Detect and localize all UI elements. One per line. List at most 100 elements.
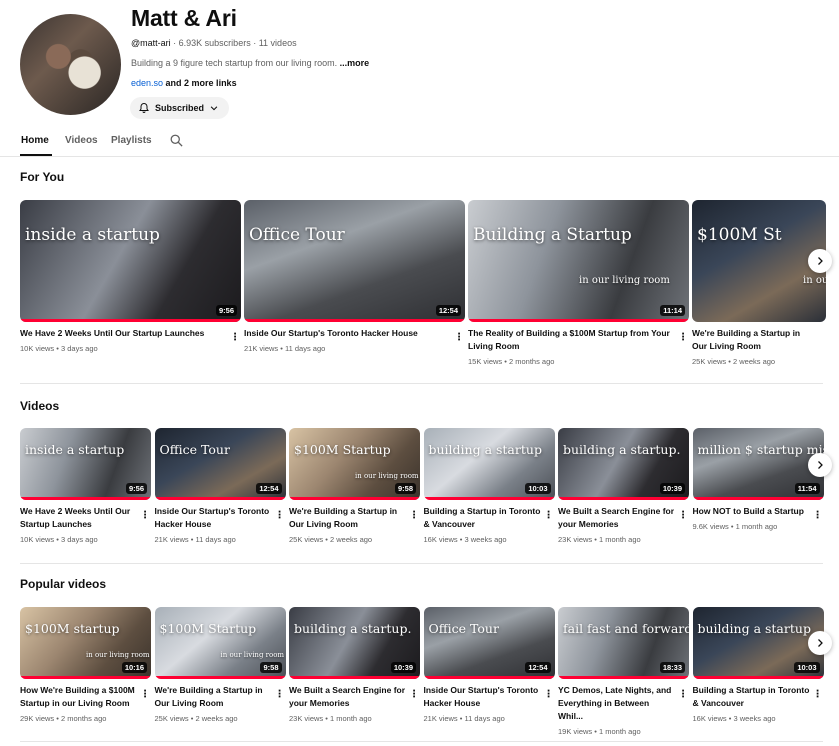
search-icon[interactable]	[169, 133, 184, 148]
video-card[interactable]: million $ startup mistakes 11:54 How NOT t…	[692, 428, 824, 531]
video-card[interactable]: building a startup 10:03 Building a Startu…	[423, 428, 555, 544]
video-title[interactable]: Building a Startup in Toronto & Vancouve…	[424, 505, 555, 531]
more-vert-icon[interactable]: ⋮	[678, 690, 688, 700]
more-vert-icon[interactable]: ⋮	[409, 690, 419, 700]
video-thumbnail[interactable]: Building a Startup in our living room 11:1…	[468, 200, 689, 322]
video-thumbnail[interactable]: building a startup. 10:39	[289, 607, 420, 679]
video-card[interactable]: $100M Startup in our living room 9:58 We're…	[154, 607, 286, 723]
duration-badge: 12:54	[256, 483, 282, 494]
video-title[interactable]: Inside Our Startup's Toronto Hacker Hous…	[424, 684, 555, 710]
video-card[interactable]: inside a startup 9:56 We Have 2 Weeks Unti…	[20, 200, 241, 353]
video-thumbnail[interactable]: building a startup. 10:39	[558, 428, 689, 500]
video-title[interactable]: We're Building a Startup in Our Living R…	[155, 684, 286, 710]
video-card[interactable]: fail fast and forward 18:33 YC Demos, Late…	[558, 607, 689, 736]
carousel-next-button[interactable]	[808, 631, 832, 655]
subscribed-button[interactable]: Subscribed	[130, 97, 230, 119]
video-thumbnail[interactable]: inside a startup 9:56	[20, 200, 241, 322]
upload-age: 2 months ago	[60, 714, 107, 723]
more-vert-icon[interactable]: ⋮	[140, 511, 150, 521]
video-card[interactable]: Office Tour 12:54 Inside Our Startup's Tor…	[423, 607, 555, 723]
video-thumbnail[interactable]: $100M St in our living r	[692, 200, 826, 322]
more-vert-icon[interactable]: ⋮	[544, 511, 554, 521]
tab-videos[interactable]: Videos	[65, 135, 98, 146]
view-count: 10K views	[20, 344, 55, 353]
video-thumbnail[interactable]: building a startup 10:03	[692, 607, 824, 679]
video-card[interactable]: inside a startup 9:56 We Have 2 Weeks Unti…	[20, 428, 151, 544]
video-meta: 25K views • 2 weeks ago	[692, 357, 776, 366]
thumbnail-overlay-text: building a startup.	[563, 442, 681, 457]
watch-progress-bar	[20, 676, 151, 679]
video-title[interactable]: We Have 2 Weeks Until Our Startup Launch…	[20, 327, 241, 340]
tab-playlists[interactable]: Playlists	[111, 135, 152, 146]
subscribed-label: Subscribed	[155, 103, 205, 113]
more-vert-icon[interactable]: ⋮	[813, 690, 823, 700]
more-vert-icon[interactable]: ⋮	[678, 511, 688, 521]
more-vert-icon[interactable]: ⋮	[544, 690, 554, 700]
video-thumbnail[interactable]: fail fast and forward 18:33	[558, 607, 689, 679]
duration-badge: 10:16	[121, 662, 147, 673]
channel-description[interactable]: Building a 9 figure tech startup from ou…	[131, 58, 369, 68]
upload-age: 11 days ago	[195, 535, 236, 544]
more-vert-icon[interactable]: ⋮	[813, 511, 823, 521]
video-title[interactable]: Inside Our Startup's Toronto Hacker Hous…	[244, 327, 465, 340]
duration-badge: 9:56	[125, 483, 147, 494]
video-title[interactable]: We're Building a Startup in Our Living R…	[692, 327, 826, 353]
video-card[interactable]: Office Tour 12:54 Inside Our Startup's Tor…	[244, 200, 465, 353]
carousel-next-button[interactable]	[808, 453, 832, 477]
more-vert-icon[interactable]: ⋮	[678, 333, 688, 343]
more-links[interactable]: and 2 more links	[166, 78, 237, 88]
more-vert-icon[interactable]: ⋮	[409, 511, 419, 521]
video-thumbnail[interactable]: $100M Startup in our living room 9:58	[289, 428, 420, 500]
video-title[interactable]: We Have 2 Weeks Until Our Startup Launch…	[20, 505, 151, 531]
video-card[interactable]: building a startup. 10:39 We Built a Searc…	[558, 428, 689, 544]
more-vert-icon[interactable]: ⋮	[230, 333, 240, 343]
video-title[interactable]: YC Demos, Late Nights, and Everything in…	[558, 684, 689, 723]
watch-progress-bar	[558, 497, 689, 500]
view-count: 16K views	[692, 714, 727, 723]
video-title[interactable]: We Built a Search Engine for your Memori…	[558, 505, 689, 531]
video-card[interactable]: $100M Startup in our living room 9:58 We're…	[289, 428, 420, 544]
thumbnail-overlay-text: building a startup.	[294, 621, 412, 636]
video-thumbnail[interactable]: $100M Startup in our living room 9:58	[154, 607, 286, 679]
view-count: 21K views	[154, 535, 189, 544]
tab-home[interactable]: Home	[21, 135, 49, 146]
video-thumbnail[interactable]: building a startup 10:03	[423, 428, 555, 500]
more-vert-icon[interactable]: ⋮	[140, 690, 150, 700]
video-title[interactable]: Building a Startup in Toronto & Vancouve…	[693, 684, 824, 710]
chevron-right-icon	[818, 639, 823, 647]
video-title[interactable]: Inside Our Startup's Toronto Hacker Hous…	[155, 505, 286, 531]
video-card[interactable]: Building a Startup in our living room 11:1…	[468, 200, 689, 366]
view-count: 25K views	[154, 714, 189, 723]
video-thumbnail[interactable]: Office Tour 12:54	[154, 428, 286, 500]
video-meta: 21K views • 11 days ago	[154, 535, 236, 544]
video-card[interactable]: Office Tour 12:54 Inside Our Startup's Tor…	[154, 428, 286, 544]
video-meta: 10K views • 3 days ago	[20, 344, 98, 353]
duration-badge: 11:54	[794, 483, 820, 494]
video-thumbnail[interactable]: inside a startup 9:56	[20, 428, 151, 500]
video-title[interactable]: We Built a Search Engine for your Memori…	[289, 684, 420, 710]
video-thumbnail[interactable]: Office Tour 12:54	[423, 607, 555, 679]
carousel-next-button[interactable]	[808, 249, 832, 273]
video-title[interactable]: The Reality of Building a $100M Startup …	[468, 327, 689, 353]
view-count: 10K views	[20, 535, 55, 544]
more-link[interactable]: ...more	[340, 58, 370, 68]
video-title[interactable]: We're Building a Startup in Our Living R…	[289, 505, 420, 531]
more-vert-icon[interactable]: ⋮	[275, 511, 285, 521]
channel-avatar[interactable]	[20, 14, 121, 115]
video-card[interactable]: building a startup 10:03 Building a Startu…	[692, 607, 824, 723]
video-thumbnail[interactable]: million $ startup mistakes 11:54	[692, 428, 824, 500]
video-card[interactable]: $100M startup in our living room 10:16 How …	[20, 607, 151, 723]
more-vert-icon[interactable]: ⋮	[454, 333, 464, 343]
video-thumbnail[interactable]: $100M startup in our living room 10:16	[20, 607, 151, 679]
channel-link[interactable]: eden.so	[131, 78, 163, 88]
video-title[interactable]: How We're Building a $100M Startup in ou…	[20, 684, 151, 710]
thumbnail-overlay-subtext: in our living room	[579, 275, 670, 286]
video-thumbnail[interactable]: Office Tour 12:54	[244, 200, 465, 322]
more-vert-icon[interactable]: ⋮	[275, 690, 285, 700]
video-meta: 23K views • 1 month ago	[558, 535, 641, 544]
video-title[interactable]: How NOT to Build a Startup	[693, 505, 824, 518]
thumbnail-overlay-subtext: in our living room	[220, 651, 285, 659]
video-card[interactable]: $100M St in our living r We're Building a …	[692, 200, 826, 366]
video-card[interactable]: building a startup. 10:39 We Built a Searc…	[289, 607, 420, 723]
upload-age: 1 month ago	[598, 727, 641, 736]
